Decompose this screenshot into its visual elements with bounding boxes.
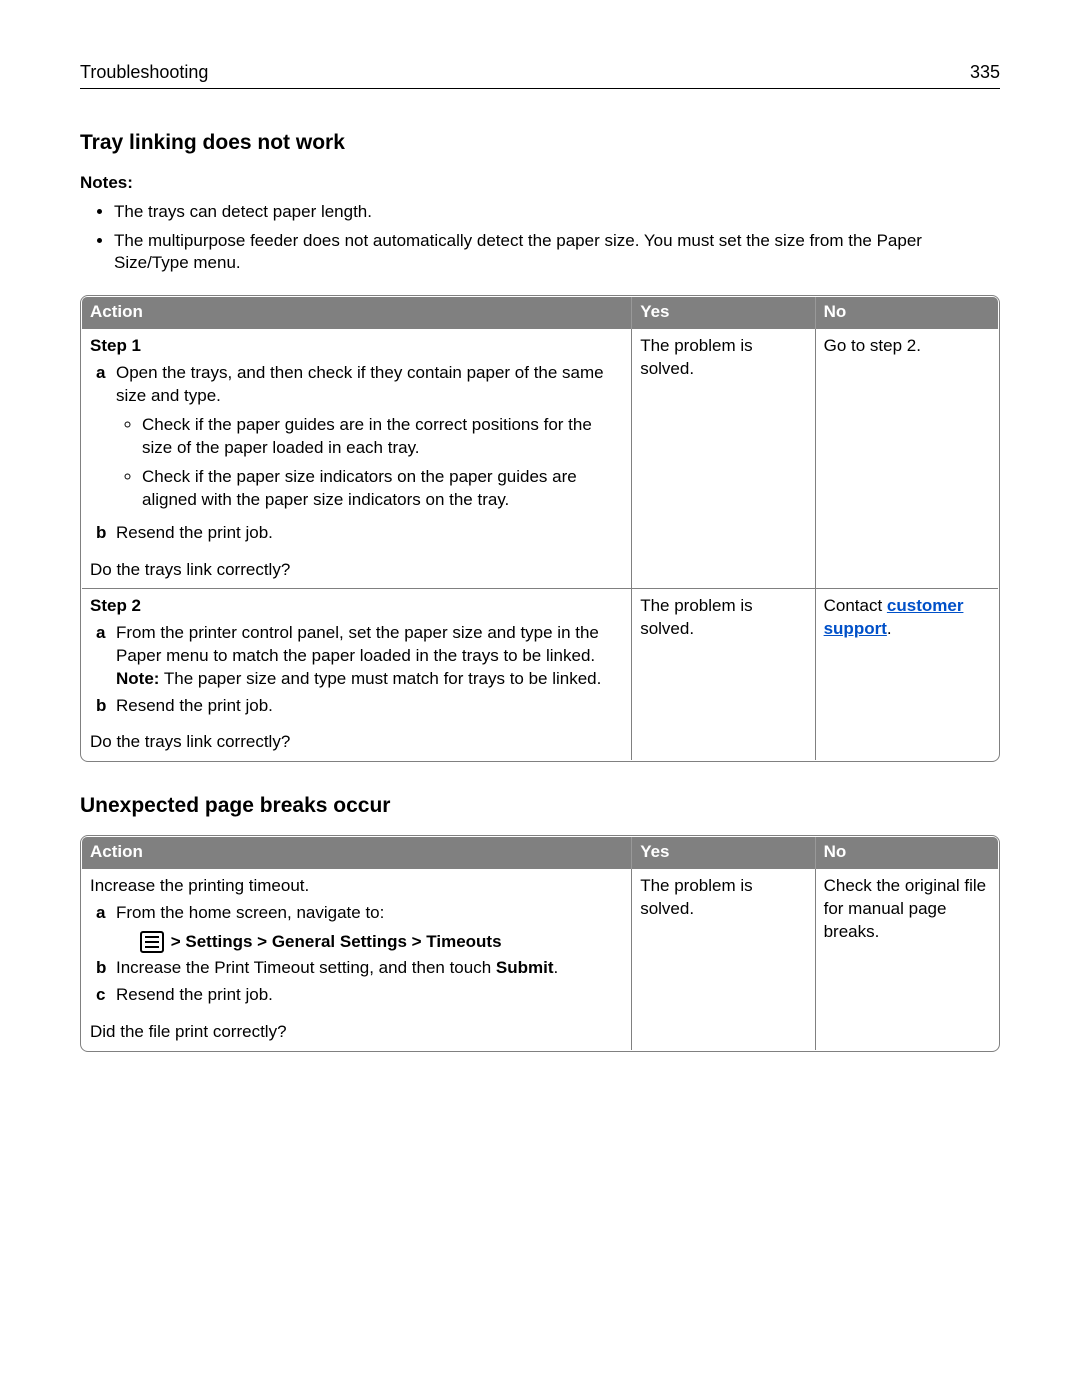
table-row: Step 1 a Open the trays, and then check … [82,329,999,588]
no-cell: Contact customer support. [815,588,998,761]
step-b: Increase the Print Timeout setting, and … [116,957,623,980]
step-label: Step 1 [90,335,623,358]
action-cell: Increase the printing timeout. a From th… [82,868,632,1051]
col-no: No [815,297,998,329]
intro-text: Increase the printing timeout. [90,875,623,898]
step-a: From the home screen, navigate to: [116,902,623,925]
yes-cell: The problem is solved. [632,868,815,1051]
step-c: Resend the print job. [116,984,623,1007]
col-action: Action [82,836,632,868]
action-cell: Step 2 a From the printer control panel,… [82,588,632,761]
table-header-row: Action Yes No [82,836,999,868]
table-row: Increase the printing timeout. a From th… [82,868,999,1051]
action-cell: Step 1 a Open the trays, and then check … [82,329,632,588]
yes-cell: The problem is solved. [632,588,815,761]
section-heading: Tray linking does not work [80,129,1000,157]
col-yes: Yes [632,836,815,868]
col-yes: Yes [632,297,815,329]
page-number: 335 [970,60,1000,84]
troubleshoot-table-2: Action Yes No Increase the printing time… [80,835,1000,1053]
table-row: Step 2 a From the printer control panel,… [82,588,999,761]
step-b: Resend the print job. [116,522,623,545]
step-question: Do the trays link correctly? [90,731,623,754]
inline-note: Note: The paper size and type must match… [116,668,623,691]
notes-label: Notes: [80,172,1000,195]
section-name: Troubleshooting [80,60,208,84]
sub-bullet: Check if the paper guides are in the cor… [142,414,623,460]
troubleshoot-table-1: Action Yes No Step 1 a Open the trays, a… [80,295,1000,762]
table-header-row: Action Yes No [82,297,999,329]
no-cell: Check the original file for manual page … [815,868,998,1051]
step-a: Open the trays, and then check if they c… [116,363,604,405]
note-item: The trays can detect paper length. [114,201,1000,224]
step-question: Do the trays link correctly? [90,559,623,582]
section-heading: Unexpected page breaks occur [80,792,1000,820]
note-item: The multipurpose feeder does not automat… [114,230,1000,276]
step-label: Step 2 [90,595,623,618]
no-cell: Go to step 2. [815,329,998,588]
col-action: Action [82,297,632,329]
sub-bullet: Check if the paper size indicators on th… [142,466,623,512]
menu-icon [140,931,164,953]
step-a: From the printer control panel, set the … [116,622,623,668]
page-header: Troubleshooting 335 [80,60,1000,89]
step-b: Resend the print job. [116,695,623,718]
nav-path: > Settings > General Settings > Timeouts [171,932,502,951]
col-no: No [815,836,998,868]
yes-cell: The problem is solved. [632,329,815,588]
step-question: Did the file print correctly? [90,1021,623,1044]
notes-list: The trays can detect paper length. The m… [80,201,1000,276]
